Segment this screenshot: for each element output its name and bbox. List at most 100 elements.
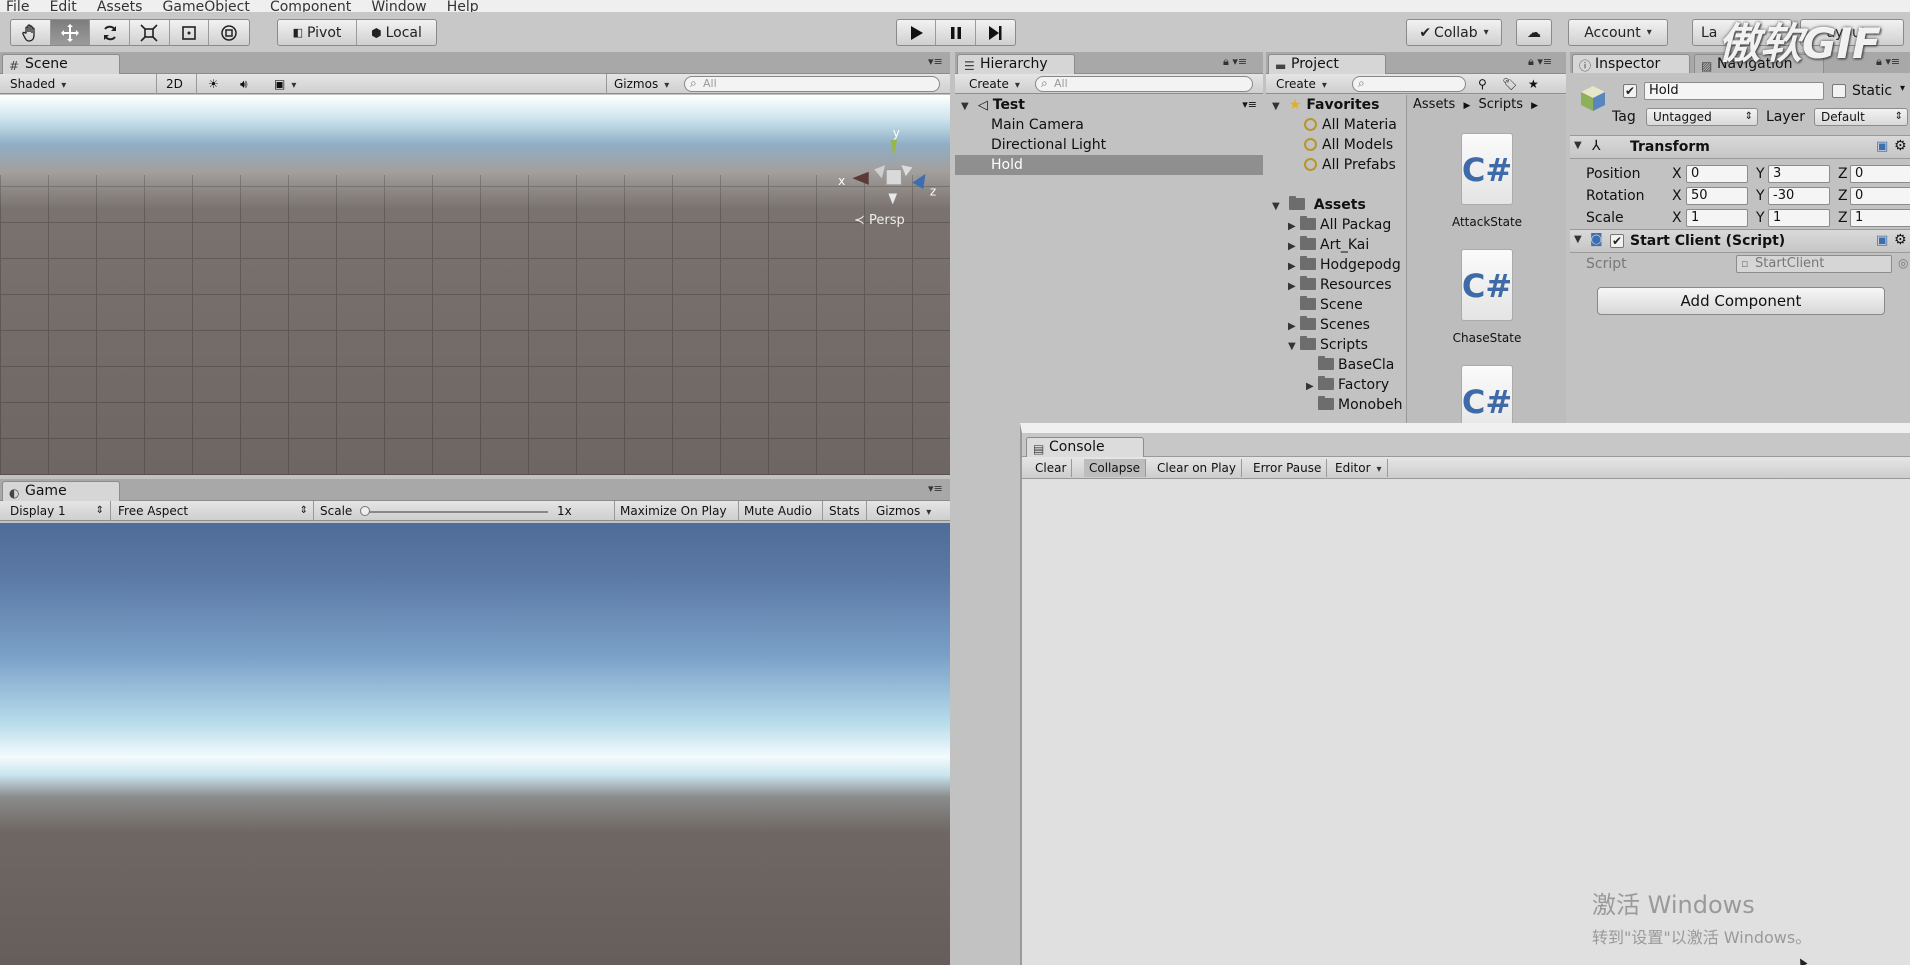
account-button[interactable]: Account: [1569, 20, 1667, 45]
menu-gameobject[interactable]: GameObject: [163, 0, 250, 12]
list-item[interactable]: ▶ Hodgepodg: [1288, 255, 1401, 275]
menu-assets[interactable]: Assets: [97, 0, 143, 12]
project-search-input[interactable]: [1352, 76, 1466, 92]
menu-component[interactable]: Component: [270, 0, 351, 12]
static-checkbox[interactable]: [1832, 84, 1846, 98]
help-book-icon[interactable]: ▣: [1876, 139, 1888, 154]
step-button[interactable]: [976, 20, 1015, 45]
object-name-field[interactable]: Hold: [1644, 82, 1824, 100]
csharp-file-icon[interactable]: C#: [1459, 249, 1515, 321]
persp-label[interactable]: ≺ Persp: [854, 213, 905, 228]
rect-tool-button[interactable]: [170, 20, 210, 45]
favorites-row[interactable]: ▼ ★ Favorites: [1272, 95, 1379, 115]
display-dropdown[interactable]: Display 1 ⇕: [10, 502, 106, 520]
rotation-x-field[interactable]: 50: [1686, 187, 1748, 205]
list-item[interactable]: BaseCla: [1306, 355, 1394, 375]
csharp-file-icon[interactable]: C#: [1459, 133, 1515, 205]
list-item[interactable]: All Materia: [1304, 115, 1397, 135]
filter-type-button[interactable]: ⚲: [1478, 75, 1487, 93]
list-item[interactable]: All Prefabs: [1304, 155, 1396, 175]
lighting-toggle[interactable]: ☀: [208, 75, 219, 93]
favorite-button[interactable]: ★: [1528, 75, 1539, 93]
game-gizmos-dropdown[interactable]: Gizmos: [876, 502, 931, 520]
list-item[interactable]: ▶ Scenes: [1288, 315, 1370, 335]
game-viewport[interactable]: [0, 523, 950, 965]
list-item[interactable]: Main Camera: [955, 115, 1263, 135]
gear-icon[interactable]: ⚙: [1894, 138, 1907, 154]
scale-tool-button[interactable]: [130, 20, 170, 45]
tab-project[interactable]: ▬ Project: [1268, 54, 1386, 74]
cloud-button[interactable]: ☁: [1516, 19, 1552, 46]
tab-scene[interactable]: # Scene: [2, 54, 120, 74]
scale-slider-thumb[interactable]: [360, 506, 370, 516]
menu-file[interactable]: File: [6, 0, 29, 12]
scale-slider-track[interactable]: [362, 511, 548, 513]
list-item[interactable]: ▶ Resources: [1288, 275, 1392, 295]
tag-dropdown[interactable]: Untagged: [1646, 108, 1758, 126]
static-dropdown-arrow-icon[interactable]: ▾: [1900, 83, 1905, 94]
effects-dropdown[interactable]: ▣: [274, 75, 296, 93]
filter-label-button[interactable]: 🏷︎: [1502, 75, 1517, 93]
game-panel-menu-icon[interactable]: ▾≡: [928, 482, 943, 495]
gear-icon[interactable]: ⚙: [1894, 232, 1907, 248]
active-checkbox[interactable]: ✔: [1623, 84, 1637, 98]
hierarchy-search-input[interactable]: All: [1035, 76, 1253, 92]
tab-hierarchy[interactable]: ☰ Hierarchy: [957, 54, 1075, 74]
collapse-toggle[interactable]: Collapse: [1084, 459, 1146, 477]
list-item-selected[interactable]: Hold: [955, 155, 1263, 175]
csharp-file-icon[interactable]: C#: [1459, 365, 1515, 425]
row-menu-icon[interactable]: ▾≡: [1242, 95, 1257, 115]
tab-console[interactable]: ▤ Console: [1026, 437, 1144, 457]
clear-button[interactable]: Clear: [1030, 459, 1073, 477]
scene-panel-menu-icon[interactable]: ▾≡: [928, 55, 943, 68]
transform-tool-button[interactable]: [209, 20, 249, 45]
local-button[interactable]: ⬢ Local: [357, 20, 436, 45]
shading-mode-dropdown[interactable]: Shaded: [10, 75, 152, 93]
pivot-button[interactable]: ◧ Pivot: [278, 20, 357, 45]
hand-tool-button[interactable]: [11, 20, 51, 45]
script-component-header[interactable]: ▼ ◙ ✔ Start Client (Script) ▣ ⚙: [1570, 229, 1910, 253]
collab-dropdown[interactable]: ✔ Collab: [1406, 19, 1502, 46]
tab-game[interactable]: ◐ Game: [2, 481, 120, 501]
list-item[interactable]: ▼ Scripts: [1288, 335, 1368, 355]
list-item[interactable]: ▶ Factory: [1306, 375, 1389, 395]
menu-help[interactable]: Help: [447, 0, 479, 12]
aspect-dropdown[interactable]: Free Aspect ⇕: [118, 502, 310, 520]
list-item[interactable]: All Models: [1304, 135, 1393, 155]
help-book-icon[interactable]: ▣: [1876, 233, 1888, 248]
project-lock-icon[interactable]: 🔒︎ ▾≡: [1528, 55, 1552, 69]
component-enabled-checkbox[interactable]: ✔: [1610, 234, 1624, 248]
maximize-on-play-toggle[interactable]: Maximize On Play: [620, 502, 727, 520]
move-tool-button[interactable]: [50, 20, 91, 45]
assets-row[interactable]: ▼ Assets: [1272, 195, 1366, 215]
scale-x-field[interactable]: 1: [1686, 209, 1748, 227]
layer-dropdown[interactable]: Default: [1814, 108, 1908, 126]
hierarchy-lock-icon[interactable]: 🔒︎ ▾≡: [1223, 55, 1247, 69]
breadcrumb-scripts[interactable]: Scripts: [1479, 97, 1523, 112]
project-create-dropdown[interactable]: Create: [1276, 75, 1327, 93]
scale-y-field[interactable]: 1: [1768, 209, 1830, 227]
rotation-z-field[interactable]: 0: [1850, 187, 1910, 205]
clear-on-play-toggle[interactable]: Clear on Play: [1152, 459, 1242, 477]
list-item[interactable]: ▶ All Packag: [1288, 215, 1391, 235]
error-pause-toggle[interactable]: Error Pause: [1248, 459, 1328, 477]
stats-toggle[interactable]: Stats: [829, 502, 860, 520]
menu-window[interactable]: Window: [371, 0, 426, 12]
scene-viewport[interactable]: y x z ≺ Persp: [0, 95, 950, 475]
audio-toggle[interactable]: 🔊︎: [240, 75, 248, 93]
editor-dropdown[interactable]: Editor: [1330, 459, 1388, 477]
list-item[interactable]: Scene: [1288, 295, 1363, 315]
cloud-icon-button[interactable]: ☁: [1517, 20, 1551, 45]
tab-inspector[interactable]: ⓘ Inspector: [1572, 54, 1690, 74]
position-y-field[interactable]: 3: [1768, 165, 1830, 183]
list-item[interactable]: Directional Light: [955, 135, 1263, 155]
transform-header[interactable]: ▼ ⅄ Transform ▣ ⚙: [1570, 135, 1910, 159]
pause-button[interactable]: [936, 20, 976, 45]
object-picker-icon[interactable]: ◎: [1898, 256, 1908, 270]
scene-gizmos-dropdown[interactable]: Gizmos: [614, 75, 669, 93]
breadcrumb-assets[interactable]: Assets: [1413, 97, 1455, 112]
mute-audio-toggle[interactable]: Mute Audio: [744, 502, 812, 520]
collab-button[interactable]: ✔ Collab: [1407, 20, 1501, 45]
list-item[interactable]: ▶ Art_Kai: [1288, 235, 1369, 255]
menu-edit[interactable]: Edit: [50, 0, 77, 12]
